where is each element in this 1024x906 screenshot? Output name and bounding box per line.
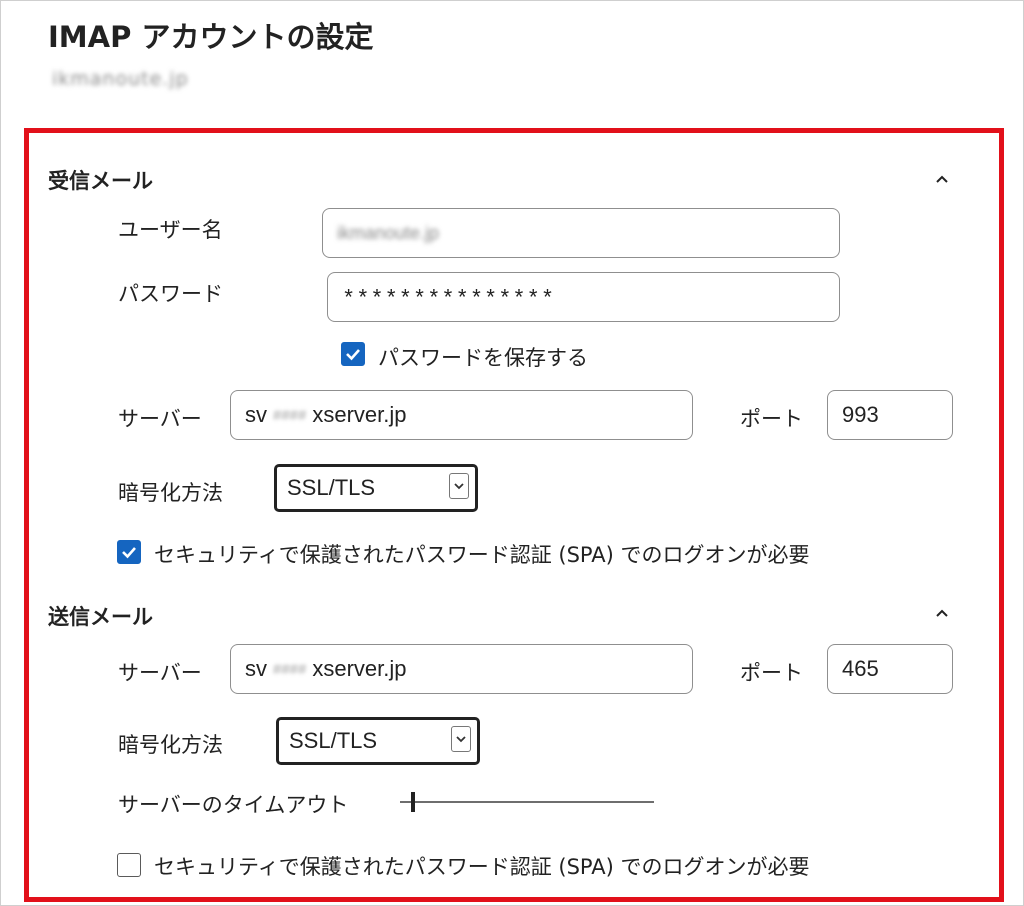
outgoing-server-label: サーバー [118, 661, 202, 685]
checkmark-icon [346, 349, 360, 361]
incoming-server-label: サーバー [118, 407, 202, 431]
incoming-server-hidden: #### [273, 406, 307, 424]
outgoing-server-hidden: #### [273, 660, 307, 678]
password-label: パスワード [118, 282, 223, 306]
outgoing-port-label: ポート [740, 661, 803, 685]
save-password-label: パスワードを保存する [378, 346, 588, 370]
outgoing-encryption-label: 暗号化方法 [118, 733, 223, 757]
timeout-label: サーバーのタイムアウト [118, 793, 349, 817]
outgoing-spa-label: セキュリティで保護されたパスワード認証 (SPA) でのログオンが必要 [154, 855, 810, 879]
chevron-up-icon[interactable] [934, 606, 950, 620]
incoming-encryption-label: 暗号化方法 [118, 481, 223, 505]
incoming-server-field[interactable]: sv #### xserver.jp [230, 390, 693, 440]
checkmark-icon [122, 547, 136, 559]
incoming-spa-checkbox[interactable] [117, 540, 141, 564]
account-email: ikmanoute.jp [52, 68, 189, 90]
page-title: IMAP アカウントの設定 [48, 20, 374, 54]
incoming-port-field[interactable]: 993 [827, 390, 953, 440]
incoming-port-label: ポート [740, 407, 803, 431]
password-field[interactable]: *************** [327, 272, 840, 322]
incoming-encryption-select[interactable]: SSL/TLS [274, 464, 478, 512]
outgoing-server-prefix: sv [245, 656, 267, 681]
outgoing-server-field[interactable]: sv #### xserver.jp [230, 644, 693, 694]
incoming-encryption-value: SSL/TLS [287, 475, 376, 500]
incoming-port-value: 993 [842, 402, 879, 427]
outgoing-server-suffix: xserver.jp [312, 656, 407, 681]
incoming-server-prefix: sv [245, 402, 267, 427]
timeout-slider-thumb[interactable] [410, 792, 415, 812]
incoming-section-title: 受信メール [48, 169, 153, 193]
outgoing-port-field[interactable]: 465 [827, 644, 953, 694]
username-field[interactable]: ikmanoute.jp [322, 208, 840, 258]
outgoing-encryption-value: SSL/TLS [289, 728, 378, 753]
outgoing-section-title: 送信メール [48, 605, 153, 629]
incoming-server-suffix: xserver.jp [312, 402, 407, 427]
outgoing-port-value: 465 [842, 656, 879, 681]
password-value: *************** [342, 286, 556, 312]
chevron-down-icon [451, 726, 471, 752]
username-label: ユーザー名 [118, 218, 223, 242]
incoming-spa-label: セキュリティで保護されたパスワード認証 (SPA) でのログオンが必要 [154, 543, 810, 567]
timeout-slider-track[interactable] [400, 801, 654, 803]
chevron-up-icon[interactable] [934, 172, 950, 186]
chevron-down-icon [449, 473, 469, 499]
outgoing-encryption-select[interactable]: SSL/TLS [276, 717, 480, 765]
username-value: ikmanoute.jp [337, 222, 440, 243]
save-password-checkbox[interactable] [341, 342, 365, 366]
outgoing-spa-checkbox[interactable] [117, 853, 141, 877]
